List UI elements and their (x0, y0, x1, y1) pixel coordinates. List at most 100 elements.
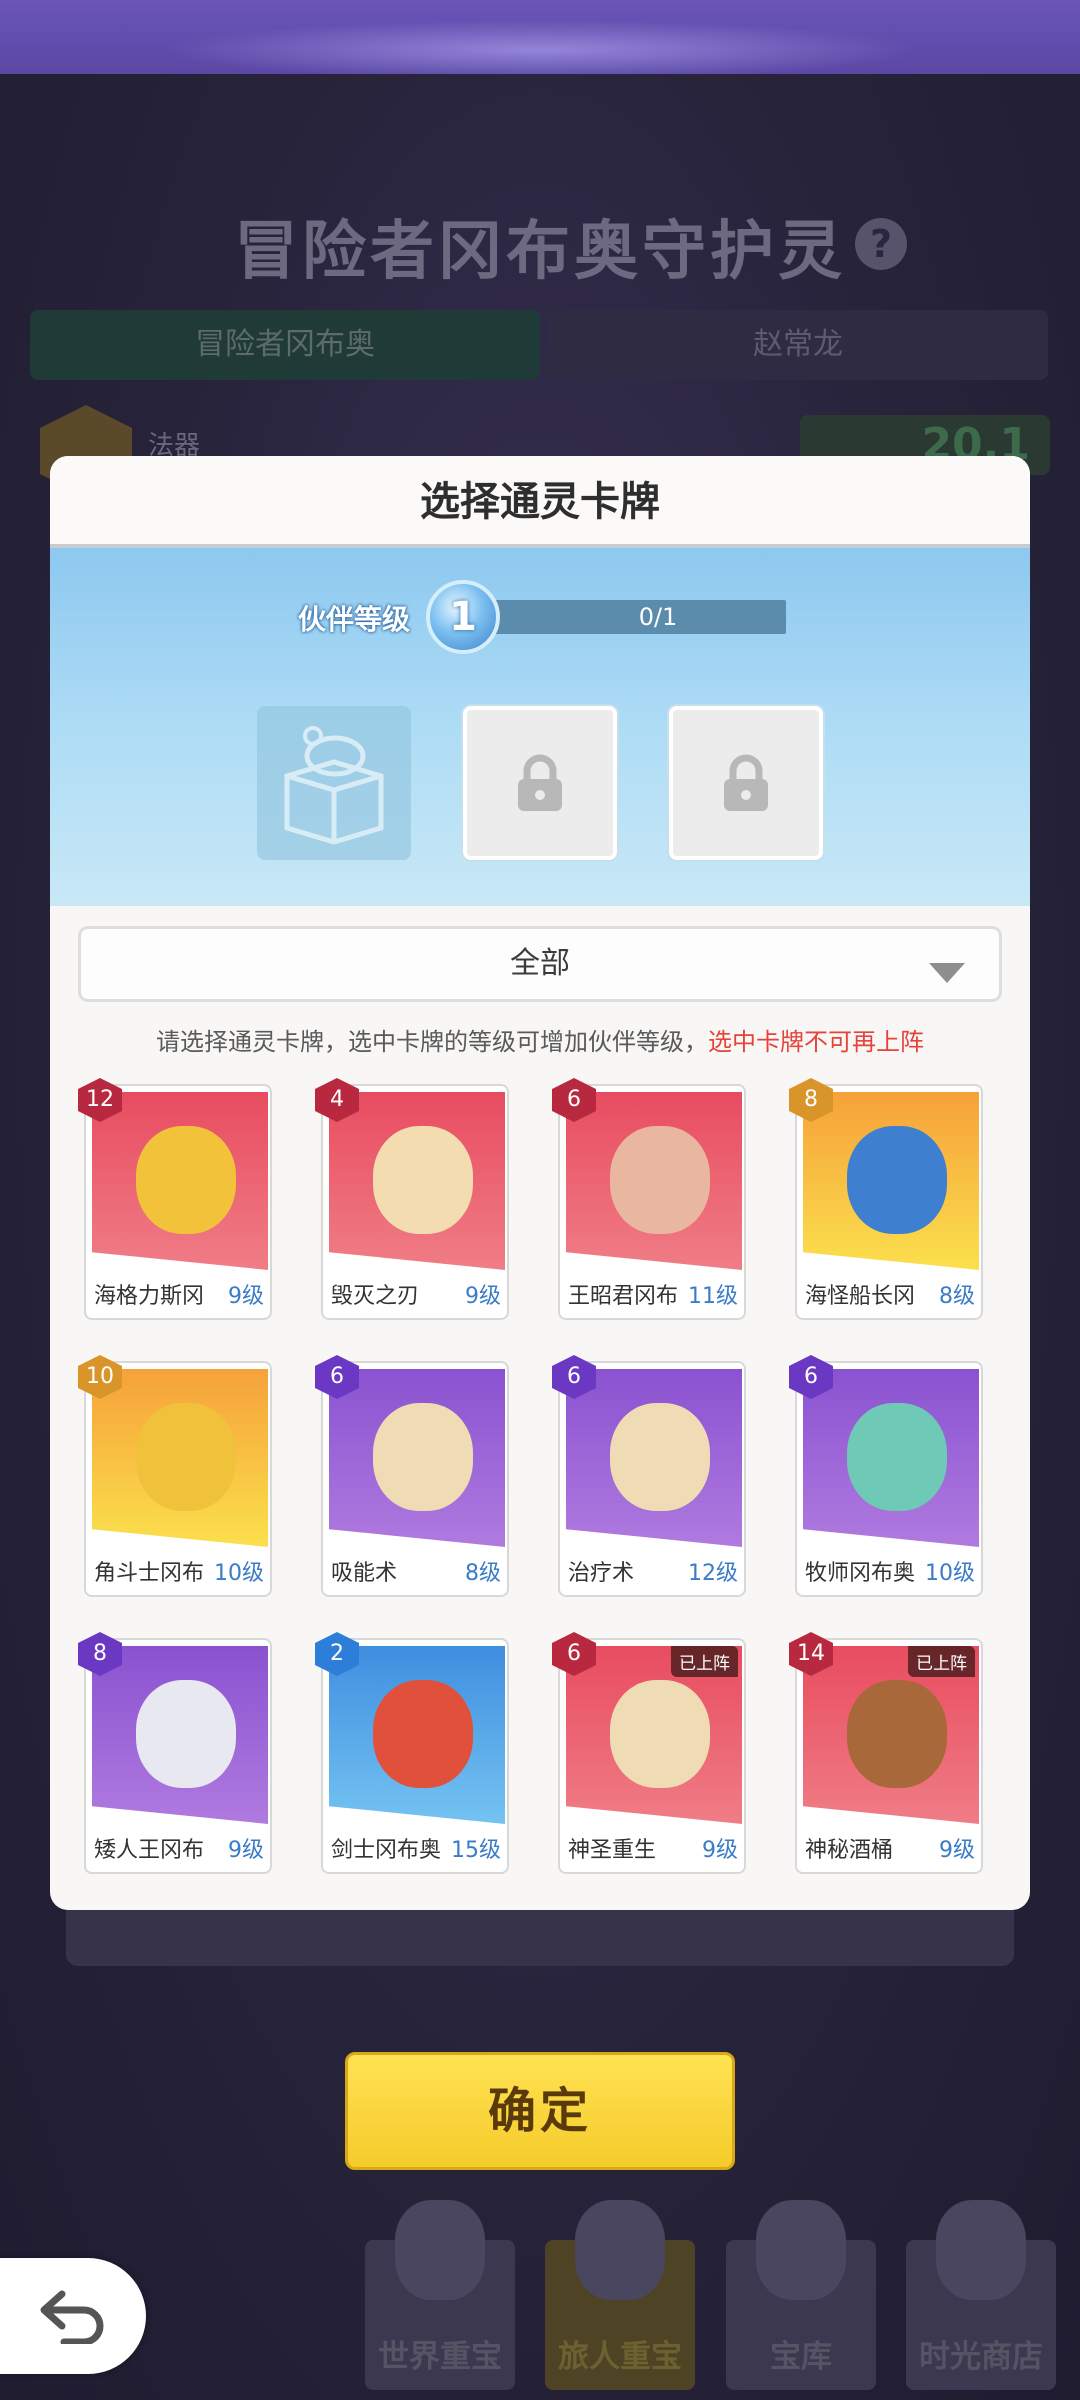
banner-glow (160, 20, 920, 80)
card-art (92, 1646, 268, 1824)
card-art (803, 1369, 979, 1547)
card-character-icon (373, 1403, 473, 1511)
card-character-icon (136, 1680, 236, 1788)
lock-icon (518, 754, 562, 811)
card-name: 治疗术 (568, 1561, 635, 1586)
confirm-button[interactable]: 确定 (345, 2052, 735, 2170)
spirit-card[interactable]: 8 海怪船长冈 8级 (789, 1078, 983, 1320)
shop-item-label: 旅人重宝 (558, 2339, 682, 2375)
card-level: 9级 (939, 1838, 975, 1863)
card-level: 9级 (465, 1284, 501, 1309)
help-icon[interactable]: ? (855, 218, 907, 270)
select-card-dialog: 选择通灵卡牌 伙伴等级 0/1 1 全部 请选择通灵卡牌，选中卡牌的等级可增加伙… (50, 456, 1030, 1910)
spirit-card[interactable]: 6 已上阵 神圣重生 9级 (552, 1632, 746, 1874)
card-level: 9级 (228, 1838, 264, 1863)
card-character-icon (847, 1126, 947, 1234)
card-art (329, 1369, 505, 1547)
deployed-tag: 已上阵 (908, 1646, 975, 1677)
card-art (329, 1092, 505, 1270)
card-character-icon (847, 1403, 947, 1511)
card-filter-dropdown[interactable]: 全部 (78, 926, 1002, 1002)
spirit-card[interactable]: 14 已上阵 神秘酒桶 9级 (789, 1632, 983, 1874)
card-name: 剑士冈布奥 (331, 1838, 442, 1863)
shop-vault[interactable]: 宝库 (726, 2200, 876, 2390)
time-store-icon (936, 2200, 1026, 2300)
card-art (566, 1369, 742, 1547)
partner-level-label: 伙伴等级 (298, 603, 411, 636)
spirit-card[interactable]: 6 治疗术 12级 (552, 1355, 746, 1597)
card-level: 12级 (688, 1561, 738, 1586)
back-button[interactable] (0, 2258, 146, 2374)
card-character-icon (610, 1680, 710, 1788)
hint-text: 请选择通灵卡牌，选中卡牌的等级可增加伙伴等级， (156, 1028, 708, 1056)
partner-level-area: 伙伴等级 0/1 1 (50, 548, 1030, 906)
lock-icon (724, 754, 768, 811)
card-slot-locked-1 (463, 706, 617, 860)
card-name: 神秘酒桶 (805, 1838, 894, 1863)
chevron-down-icon (929, 963, 965, 983)
card-name: 王昭君冈布 (568, 1284, 679, 1309)
card-character-icon (373, 1126, 473, 1234)
card-level: 15级 (451, 1838, 501, 1863)
card-level: 9级 (702, 1838, 738, 1863)
background-top-banner (0, 0, 1080, 80)
spirit-card[interactable]: 10 角斗士冈布 10级 (78, 1355, 272, 1597)
shop-item-label: 宝库 (770, 2339, 832, 2375)
shop-item-label: 时光商店 (919, 2339, 1043, 2375)
card-art (329, 1646, 505, 1824)
spirit-card[interactable]: 6 王昭君冈布 11级 (552, 1078, 746, 1320)
card-level: 9级 (228, 1284, 264, 1309)
shop-traveler-treasure[interactable]: 旅人重宝 (545, 2200, 695, 2390)
card-character-icon (847, 1680, 947, 1788)
card-slot-locked-2 (669, 706, 823, 860)
card-slot-empty[interactable] (257, 706, 411, 860)
card-level: 10级 (925, 1561, 975, 1586)
card-level: 10级 (214, 1561, 264, 1586)
tab-zhao-changlong[interactable]: 赵常龙 (548, 310, 1048, 380)
card-character-icon (610, 1403, 710, 1511)
spirit-card[interactable]: 12 海格力斯冈 9级 (78, 1078, 272, 1320)
hint-warning: 选中卡牌不可再上阵 (708, 1028, 924, 1056)
level-badge: 1 (426, 580, 500, 654)
card-name: 海格力斯冈 (94, 1284, 205, 1309)
card-art (92, 1369, 268, 1547)
vault-icon (756, 2200, 846, 2300)
card-character-icon (610, 1126, 710, 1234)
card-name: 角斗士冈布 (94, 1561, 205, 1586)
card-level: 8级 (465, 1561, 501, 1586)
spirit-card[interactable]: 8 矮人王冈布 9级 (78, 1632, 272, 1874)
card-character-icon (373, 1680, 473, 1788)
card-character-icon (136, 1126, 236, 1234)
tab-adventurer[interactable]: 冒险者冈布奥 (30, 310, 540, 380)
spirit-card[interactable]: 4 毁灭之刃 9级 (315, 1078, 509, 1320)
filter-value: 全部 (510, 946, 570, 981)
shop-item-label: 世界重宝 (378, 2339, 502, 2375)
card-name: 牧师冈布奥 (805, 1561, 916, 1586)
card-name: 海怪船长冈 (805, 1284, 916, 1309)
card-name: 吸能术 (331, 1561, 398, 1586)
card-name: 毁灭之刃 (331, 1284, 420, 1309)
level-progress-text: 0/1 (638, 603, 678, 631)
shop-world-treasure[interactable]: 世界重宝 (365, 2200, 515, 2390)
card-character-icon (136, 1403, 236, 1511)
world-treasure-icon (395, 2200, 485, 2300)
card-art (566, 1092, 742, 1270)
card-level: 8级 (939, 1284, 975, 1309)
level-progress-bar: 0/1 (490, 600, 786, 634)
shop-time-store[interactable]: 时光商店 (906, 2200, 1056, 2390)
background-title: 冒险者冈布奥守护灵 (234, 215, 846, 289)
deployed-tag: 已上阵 (671, 1646, 738, 1677)
dialog-title: 选择通灵卡牌 (50, 456, 1030, 548)
spirit-card[interactable]: 6 吸能术 8级 (315, 1355, 509, 1597)
back-arrow-icon (40, 2290, 104, 2344)
selection-hint: 请选择通灵卡牌，选中卡牌的等级可增加伙伴等级，选中卡牌不可再上阵 (50, 1022, 1030, 1057)
card-level: 11级 (688, 1284, 738, 1309)
card-name: 矮人王冈布 (94, 1838, 205, 1863)
traveler-treasure-icon (575, 2200, 665, 2300)
spirit-card[interactable]: 6 牧师冈布奥 10级 (789, 1355, 983, 1597)
card-art (92, 1092, 268, 1270)
spirit-card[interactable]: 2 剑士冈布奥 15级 (315, 1632, 509, 1874)
card-art (803, 1092, 979, 1270)
empty-box-icon (284, 726, 384, 845)
card-name: 神圣重生 (568, 1838, 657, 1863)
